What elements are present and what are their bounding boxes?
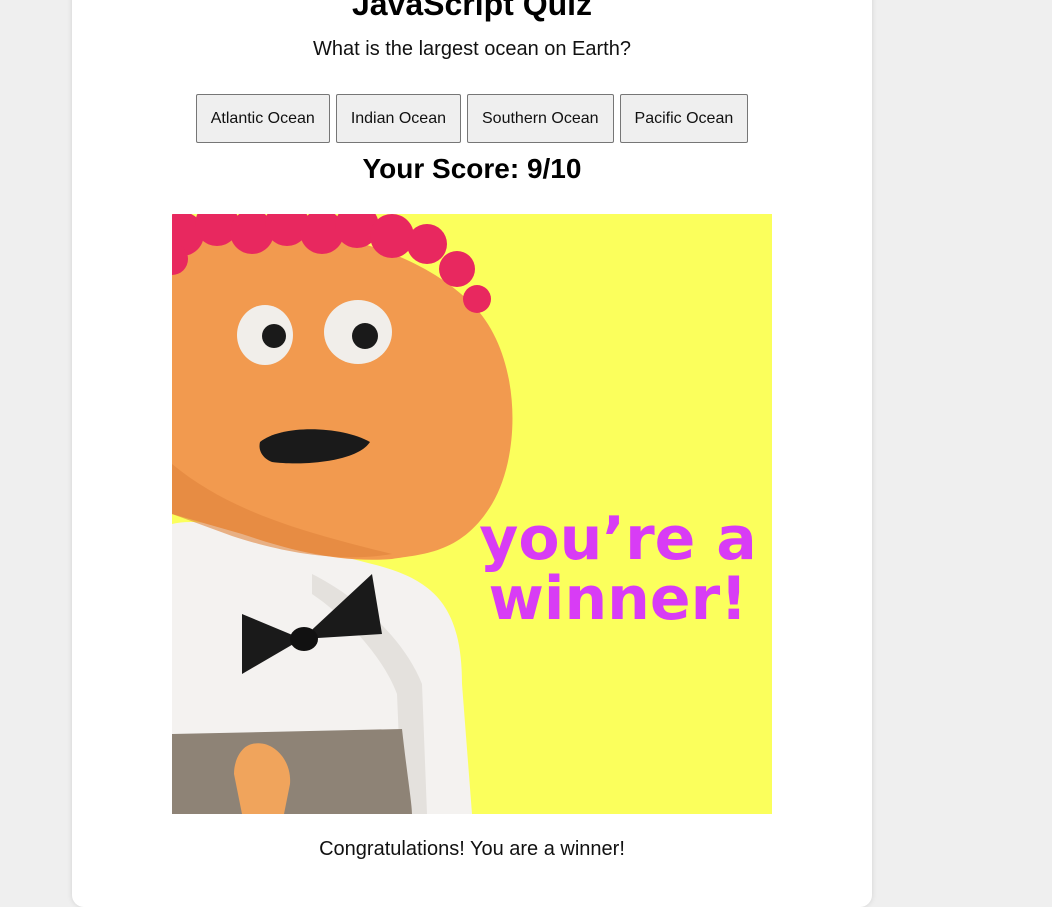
answer-options: Atlantic Ocean Indian Ocean Southern Oce… <box>72 94 872 143</box>
congrats-message: Congratulations! You are a winner! <box>319 838 625 860</box>
option-pacific-button[interactable]: Pacific Ocean <box>619 94 749 143</box>
option-southern-button[interactable]: Southern Ocean <box>467 94 614 143</box>
quiz-card: JavaScript Quiz What is the largest ocea… <box>72 0 872 907</box>
score-heading: Your Score: 9/10 <box>362 153 582 184</box>
question-text: What is the largest ocean on Earth? <box>313 38 631 60</box>
image-caption-line2: winner! <box>488 564 747 634</box>
quiz-title: JavaScript Quiz <box>351 0 593 22</box>
option-indian-button[interactable]: Indian Ocean <box>335 94 461 143</box>
puppet-waist <box>172 729 412 814</box>
winner-image: you’re a winner! <box>172 214 772 814</box>
option-atlantic-button[interactable]: Atlantic Ocean <box>195 94 330 143</box>
